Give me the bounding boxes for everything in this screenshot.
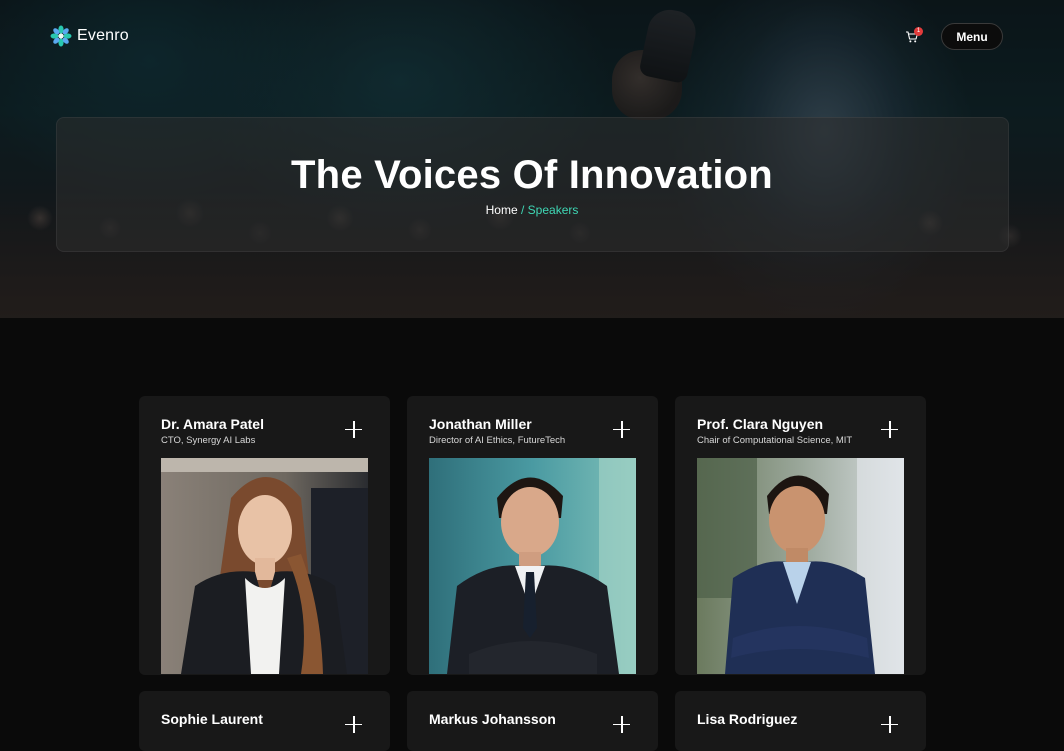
speaker-card[interactable]: Prof. Clara Nguyen Chair of Computationa… bbox=[675, 396, 926, 675]
speaker-card[interactable]: Dr. Amara Patel CTO, Synergy AI Labs bbox=[139, 396, 390, 675]
breadcrumb: Home / Speakers bbox=[0, 203, 1064, 217]
breadcrumb-current: Speakers bbox=[527, 203, 579, 217]
speaker-role: Director of AI Ethics, FutureTech bbox=[429, 435, 566, 446]
cart-count-badge: 1 bbox=[914, 27, 923, 36]
brand-name: Evenro bbox=[77, 27, 129, 44]
speaker-name: Jonathan Miller bbox=[429, 416, 532, 432]
speaker-role: CTO, Synergy AI Labs bbox=[161, 435, 256, 446]
expand-plus-icon[interactable] bbox=[613, 716, 630, 733]
page-title: The Voices Of Innovation bbox=[291, 153, 773, 197]
expand-plus-icon[interactable] bbox=[881, 716, 898, 733]
flower-logo-icon bbox=[50, 25, 72, 47]
speaker-card[interactable]: Jonathan Miller Director of AI Ethics, F… bbox=[407, 396, 658, 675]
menu-button[interactable]: Menu bbox=[941, 23, 1003, 50]
brand-logo[interactable]: Evenro bbox=[50, 25, 129, 47]
breadcrumb-separator: / bbox=[520, 203, 525, 217]
speaker-role: Chair of Computational Science, MIT bbox=[697, 435, 853, 446]
speaker-name: Sophie Laurent bbox=[161, 711, 263, 727]
top-nav: Evenro 1 Menu bbox=[0, 0, 1064, 72]
speaker-photo bbox=[429, 458, 636, 674]
expand-plus-icon[interactable] bbox=[881, 421, 898, 438]
expand-plus-icon[interactable] bbox=[345, 421, 362, 438]
speaker-card[interactable]: Sophie Laurent bbox=[139, 691, 390, 751]
speaker-card[interactable]: Markus Johansson bbox=[407, 691, 658, 751]
speaker-card[interactable]: Lisa Rodriguez bbox=[675, 691, 926, 751]
speaker-name: Markus Johansson bbox=[429, 711, 556, 727]
expand-plus-icon[interactable] bbox=[613, 421, 630, 438]
speaker-photo bbox=[697, 458, 904, 674]
speaker-name: Prof. Clara Nguyen bbox=[697, 416, 824, 432]
speaker-photo bbox=[161, 458, 368, 674]
speaker-name: Lisa Rodriguez bbox=[697, 711, 798, 727]
breadcrumb-home-link[interactable]: Home bbox=[486, 203, 518, 217]
speaker-name: Dr. Amara Patel bbox=[161, 416, 264, 432]
expand-plus-icon[interactable] bbox=[345, 716, 362, 733]
